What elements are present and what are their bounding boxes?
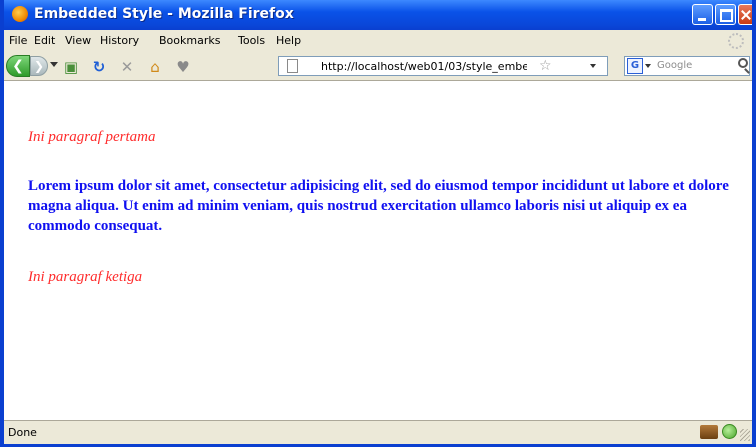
- throbber-icon: [728, 33, 744, 49]
- home-icon[interactable]: ⌂: [146, 58, 164, 76]
- firefox-icon: [12, 6, 28, 22]
- search-placeholder: Google: [657, 60, 693, 71]
- status-bar: Done: [4, 420, 752, 444]
- search-engine-dropdown-icon[interactable]: [645, 64, 651, 68]
- url-text: http://localhost/web01/03/style_embed: [321, 60, 527, 73]
- address-bar[interactable]: http://localhost/web01/03/style_embed ☆: [278, 56, 608, 76]
- browser-window: Embedded Style - Mozilla Firefox File Ed…: [0, 0, 756, 447]
- menu-file[interactable]: File: [9, 34, 27, 47]
- menu-bar: File Edit View History Bookmarks Tools H…: [4, 30, 752, 52]
- history-dropdown-icon[interactable]: [50, 62, 58, 67]
- menu-history[interactable]: History: [100, 34, 139, 47]
- navigation-toolbar: ❮ ❯ ▣ ↻ ✕ ⌂ ♥ http://localhost/web01/03/…: [4, 52, 752, 81]
- maximize-button[interactable]: [715, 4, 736, 25]
- title-bar: Embedded Style - Mozilla Firefox: [4, 0, 752, 30]
- page-content: Ini paragraf pertama Lorem ipsum dolor s…: [4, 80, 752, 420]
- paragraph-third: Ini paragraf ketiga: [28, 269, 143, 285]
- check-status-icon[interactable]: [722, 424, 737, 439]
- menu-edit[interactable]: Edit: [34, 34, 55, 47]
- close-icon: [739, 5, 752, 24]
- back-button[interactable]: ❮: [6, 55, 30, 77]
- forward-button[interactable]: ❯: [30, 56, 48, 76]
- resize-grip[interactable]: [740, 429, 750, 441]
- status-text: Done: [8, 426, 37, 439]
- extension-status-icon[interactable]: [700, 425, 718, 439]
- menu-tools[interactable]: Tools: [238, 34, 265, 47]
- magnifier-icon[interactable]: [738, 58, 748, 68]
- back-arrow-icon: ❮: [12, 58, 24, 74]
- reload-icon[interactable]: ↻: [90, 58, 108, 76]
- paragraph-first: Ini paragraf pertama: [28, 129, 156, 145]
- search-engine-icon[interactable]: G: [627, 58, 643, 74]
- stop-icon[interactable]: ✕: [118, 58, 136, 76]
- star-icon[interactable]: ☆: [539, 58, 552, 74]
- menu-view[interactable]: View: [65, 34, 91, 47]
- maximize-icon: [716, 5, 735, 24]
- url-dropdown-icon[interactable]: [590, 64, 596, 68]
- page-icon: [287, 59, 298, 73]
- addon-icon[interactable]: ♥: [174, 58, 192, 76]
- bookmark-toolbar-icon[interactable]: ▣: [62, 58, 80, 76]
- close-button[interactable]: [738, 4, 752, 25]
- window-title: Embedded Style - Mozilla Firefox: [34, 6, 294, 22]
- forward-arrow-icon: ❯: [33, 59, 45, 73]
- paragraph-lorem: Lorem ipsum dolor sit amet, consectetur …: [28, 178, 729, 234]
- menu-help[interactable]: Help: [276, 34, 301, 47]
- menu-bookmarks[interactable]: Bookmarks: [159, 34, 220, 47]
- search-box[interactable]: G Google: [624, 56, 750, 76]
- minimize-icon: [693, 5, 712, 24]
- minimize-button[interactable]: [692, 4, 713, 25]
